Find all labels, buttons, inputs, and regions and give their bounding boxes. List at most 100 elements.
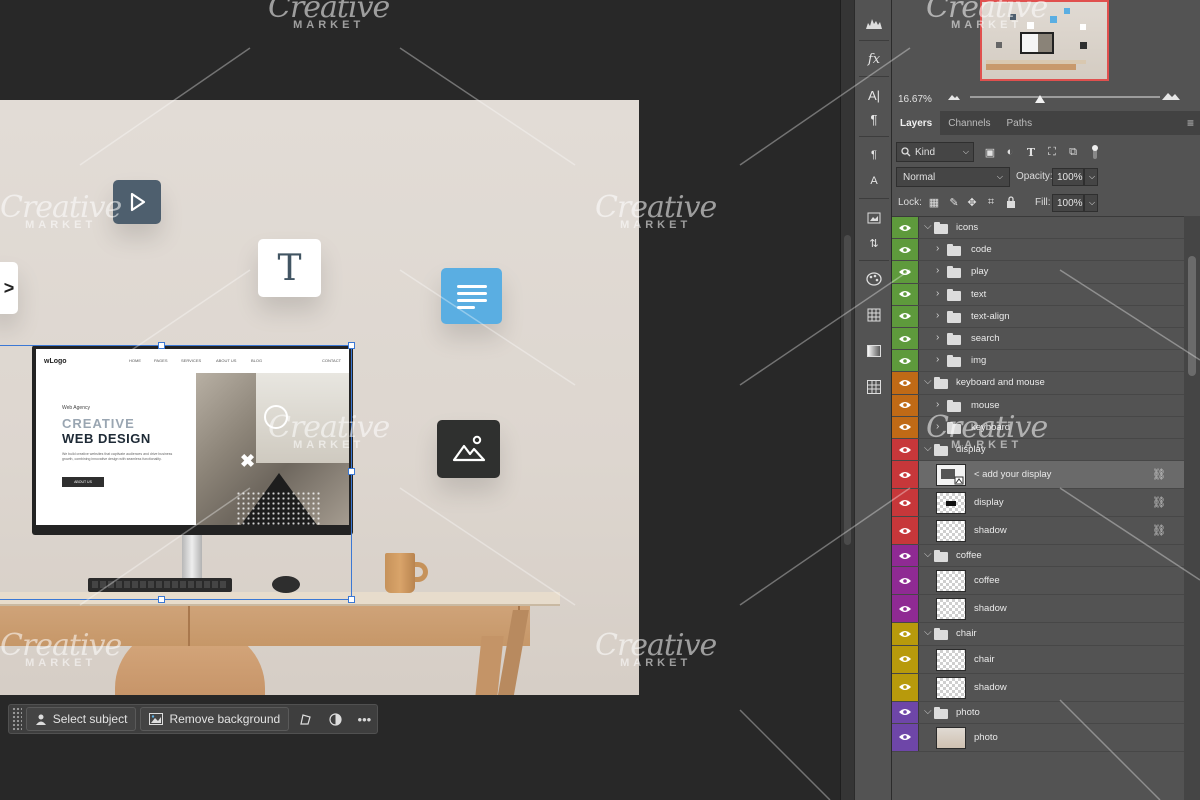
patterns-icon[interactable]	[863, 376, 885, 398]
layer-thumbnail[interactable]	[936, 648, 966, 671]
transform-handle[interactable]	[348, 468, 355, 475]
layer-row[interactable]: chair	[892, 645, 1184, 674]
layer-group-row[interactable]: ⌵ keyboard and mouse	[892, 372, 1184, 395]
layer-row[interactable]: shadow ⛓	[892, 517, 1184, 546]
chevron-down-icon[interactable]: ⌵	[924, 627, 932, 638]
layer-group-row[interactable]: › mouse	[892, 394, 1184, 417]
link-icon[interactable]: ⛓	[1152, 468, 1166, 481]
chevron-right-icon[interactable]: ›	[936, 399, 939, 410]
link-icon[interactable]: ⛓	[1152, 524, 1166, 537]
play-tile[interactable]	[113, 180, 161, 224]
code-tile[interactable]: >	[0, 262, 18, 314]
visibility-eye-icon[interactable]	[892, 283, 919, 305]
visibility-eye-icon[interactable]	[892, 489, 919, 517]
chevron-down-icon[interactable]: ⌵	[924, 549, 932, 560]
visibility-eye-icon[interactable]	[892, 595, 919, 623]
chevron-down-icon[interactable]: ⌵	[924, 443, 932, 454]
visibility-eye-icon[interactable]	[892, 439, 919, 461]
visibility-eye-icon[interactable]	[892, 673, 919, 701]
transform-handle[interactable]	[348, 596, 355, 603]
visibility-eye-icon[interactable]	[892, 723, 919, 751]
zoom-in-mountain-icon[interactable]	[1162, 90, 1180, 100]
text-align-tile[interactable]	[441, 268, 502, 324]
tab-channels[interactable]: Channels	[940, 111, 998, 135]
zoom-slider-track[interactable]	[970, 96, 1160, 98]
zoom-out-mountain-icon[interactable]	[948, 92, 960, 100]
adjustments-icon[interactable]	[863, 304, 885, 326]
character-icon[interactable]: A|	[863, 84, 885, 106]
layer-thumbnail[interactable]	[936, 726, 966, 749]
chevron-right-icon[interactable]: ›	[936, 310, 939, 321]
paragraph-icon[interactable]: ¶	[863, 108, 885, 130]
visibility-eye-icon[interactable]	[892, 416, 919, 438]
navigator-thumbnail[interactable]	[980, 0, 1109, 81]
visibility-eye-icon[interactable]	[892, 261, 919, 283]
zoom-slider-knob[interactable]	[1035, 95, 1045, 103]
chevron-right-icon[interactable]: ›	[936, 288, 939, 299]
blend-mode-select[interactable]: Normal ⌵	[896, 167, 1010, 187]
layer-row[interactable]: coffee	[892, 567, 1184, 596]
layer-group-row[interactable]: › code	[892, 239, 1184, 262]
adjustment-icon[interactable]	[322, 707, 347, 731]
layer-thumbnail[interactable]	[936, 570, 966, 593]
layer-group-row[interactable]: ⌵ chair	[892, 623, 1184, 646]
fill-field[interactable]: 100%	[1052, 194, 1084, 212]
character-styles-icon[interactable]: A	[863, 170, 885, 192]
layer-thumbnail[interactable]	[936, 464, 966, 487]
opacity-dropdown-icon[interactable]: ⌵	[1084, 168, 1098, 186]
chevron-down-icon[interactable]: ⌵	[924, 706, 932, 717]
layer-thumbnail[interactable]	[936, 598, 966, 621]
libraries-icon[interactable]	[863, 206, 885, 228]
layer-group-row[interactable]: ⌵ photo	[892, 701, 1184, 724]
chevron-right-icon[interactable]: ›	[936, 265, 939, 276]
lock-transparent-icon[interactable]: ▦	[926, 194, 942, 210]
visibility-eye-icon[interactable]	[892, 372, 919, 394]
transform-handle[interactable]	[348, 342, 355, 349]
visibility-eye-icon[interactable]	[892, 517, 919, 545]
chevron-down-icon[interactable]: ⌵	[924, 376, 932, 387]
link-icon[interactable]: ⛓	[1152, 496, 1166, 509]
filter-shape-icon[interactable]: ⛶	[1044, 144, 1060, 160]
swatches-icon[interactable]	[863, 268, 885, 290]
layer-row[interactable]: shadow	[892, 673, 1184, 702]
layer-group-row[interactable]: › search	[892, 328, 1184, 351]
filter-smart-object-icon[interactable]: ⧉	[1065, 144, 1081, 160]
filter-pixel-icon[interactable]: ▣	[982, 144, 998, 160]
text-tile[interactable]: T	[258, 239, 321, 297]
lock-artboard-icon[interactable]: ⌗	[983, 194, 999, 210]
layers-scrollbar[interactable]	[1184, 216, 1200, 800]
styles-fx-icon[interactable]: fx	[863, 48, 885, 70]
layer-group-row[interactable]: › text	[892, 283, 1184, 306]
panel-menu-icon[interactable]: ≡	[1187, 111, 1194, 135]
layer-row[interactable]: shadow	[892, 595, 1184, 624]
canvas-vertical-scrollbar[interactable]	[840, 0, 854, 800]
image-tile[interactable]	[437, 420, 500, 478]
scrollbar-thumb[interactable]	[844, 235, 851, 545]
layer-thumbnail[interactable]	[936, 520, 966, 543]
chevron-right-icon[interactable]: ›	[936, 243, 939, 254]
layer-thumbnail[interactable]	[936, 492, 966, 515]
tab-layers[interactable]: Layers	[892, 111, 941, 135]
layers-scrollbar-thumb[interactable]	[1188, 256, 1196, 376]
visibility-eye-icon[interactable]	[892, 239, 919, 261]
layer-group-row[interactable]: › keyboard	[892, 416, 1184, 439]
layer-group-row[interactable]: ⌵ icons	[892, 217, 1184, 240]
transform-bounding-box[interactable]	[0, 342, 355, 603]
layer-group-row[interactable]: ⌵ coffee	[892, 545, 1184, 568]
fill-dropdown-icon[interactable]: ⌵	[1084, 194, 1098, 212]
histogram-icon[interactable]	[863, 12, 885, 34]
layer-group-row[interactable]: › text-align	[892, 305, 1184, 328]
transform-icon[interactable]	[293, 707, 318, 731]
visibility-eye-icon[interactable]	[892, 701, 919, 723]
transform-handle[interactable]	[158, 342, 165, 349]
gradients-icon[interactable]	[863, 340, 885, 362]
filter-adjustment-icon[interactable]: ◐	[1002, 144, 1018, 160]
paragraph-styles-icon[interactable]: ¶	[863, 144, 885, 166]
filter-kind-select[interactable]: Kind ⌵	[896, 142, 974, 162]
document-canvas[interactable]: > T wLogo HOME PAGES SERVICES ABOUT US B…	[0, 100, 639, 695]
select-subject-button[interactable]: Select subject	[25, 707, 137, 731]
canvas-area[interactable]: > T wLogo HOME PAGES SERVICES ABOUT US B…	[0, 0, 840, 800]
layer-group-row[interactable]: ⌵ display	[892, 439, 1184, 462]
navigator-zoom-value[interactable]: 16.67%	[898, 94, 932, 105]
lock-brush-icon[interactable]: ✎	[946, 194, 962, 210]
